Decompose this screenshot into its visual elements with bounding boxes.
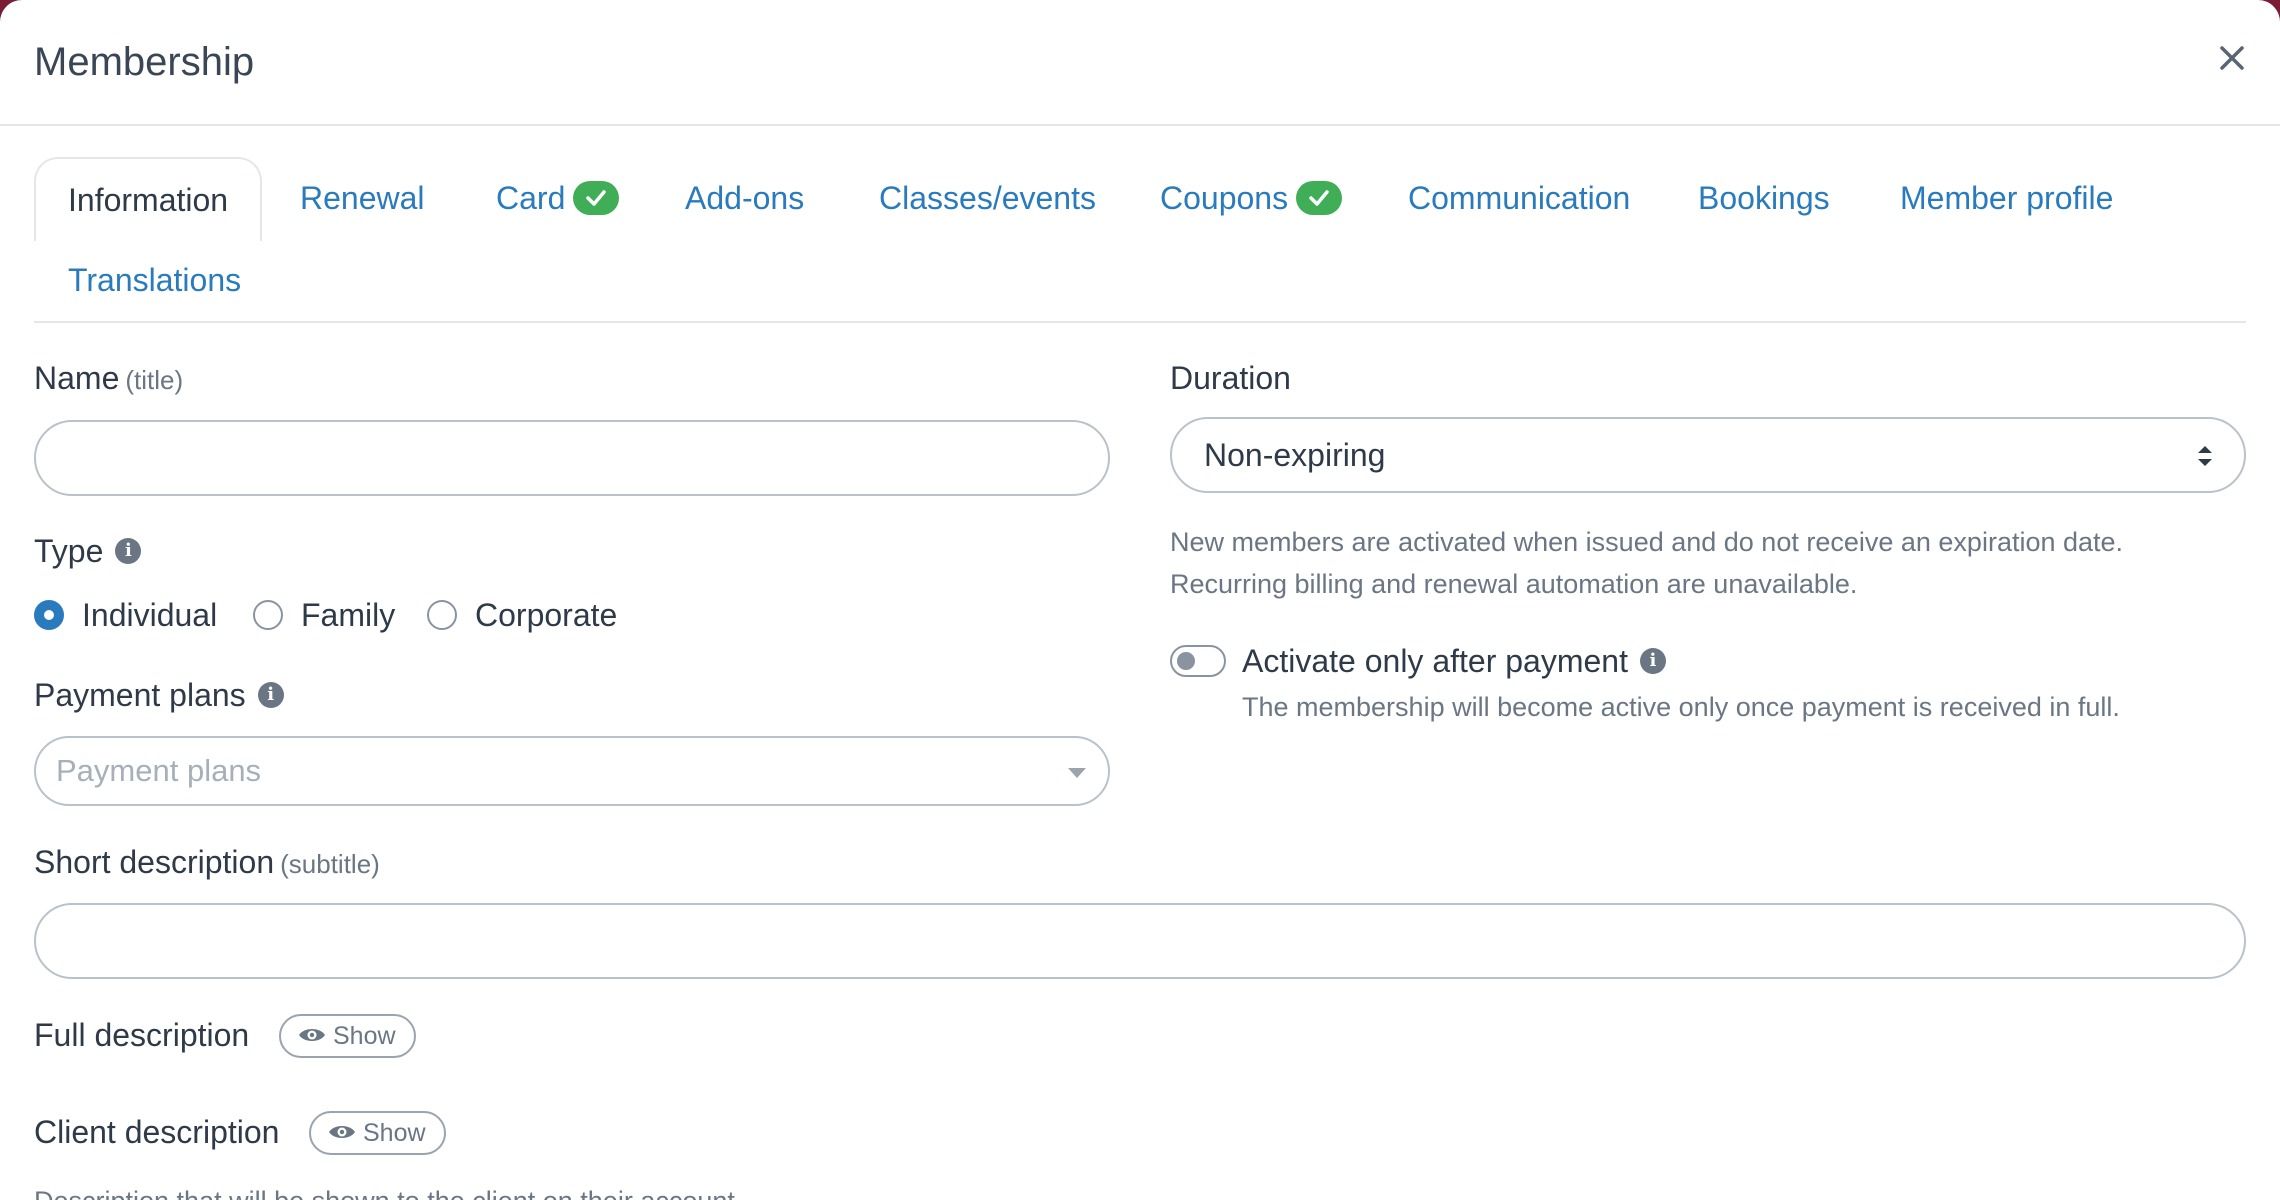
- duration-label: Duration: [1170, 358, 1291, 398]
- payment-plans-placeholder: Payment plans: [56, 753, 262, 788]
- duration-select[interactable]: Non-expiring: [1170, 417, 2246, 493]
- close-icon: [2220, 46, 2244, 70]
- duration-label-text: Duration: [1170, 360, 1291, 396]
- show-button-label: Show: [363, 1119, 426, 1147]
- tab-classes-events[interactable]: Classes/events: [879, 157, 1096, 239]
- tab-label: Bookings: [1698, 180, 1830, 216]
- short-description-hint: (subtitle): [280, 849, 380, 879]
- duration-help-line2: Recurring billing and renewal automation…: [1170, 569, 1858, 599]
- caret-down-icon: [1068, 768, 1086, 778]
- tab-label: Translations: [68, 262, 242, 298]
- info-icon[interactable]: i: [115, 537, 142, 564]
- name-hint: (title): [125, 365, 184, 395]
- tab-bookings[interactable]: Bookings: [1698, 157, 1830, 239]
- activate-after-payment-help: The membership will become active only o…: [1242, 692, 2120, 722]
- full-description-show-button[interactable]: Show: [279, 1014, 416, 1058]
- tab-renewal[interactable]: Renewal: [300, 157, 425, 239]
- activate-after-payment-toggle[interactable]: [1170, 645, 1226, 677]
- client-description-label-text: Client description: [34, 1114, 280, 1150]
- payment-plans-label-text: Payment plans: [34, 677, 246, 713]
- close-button[interactable]: [2214, 40, 2250, 76]
- modal-header: Membership: [0, 0, 2280, 126]
- tab-label: Information: [68, 182, 229, 218]
- name-label: Name (title): [34, 358, 183, 400]
- radio-label: Corporate: [475, 597, 618, 633]
- membership-modal: Membership Information Renewal Card Add-…: [0, 0, 2280, 1200]
- radio-circle: [34, 600, 64, 630]
- tab-card[interactable]: Card: [496, 157, 620, 239]
- type-label-text: Type: [34, 533, 104, 569]
- info-icon[interactable]: i: [1639, 647, 1666, 674]
- full-description-label: Full description: [34, 1015, 249, 1055]
- eye-icon: [329, 1126, 355, 1139]
- duration-value: Non-expiring: [1204, 437, 1386, 473]
- name-label-text: Name: [34, 360, 120, 396]
- full-description-label-text: Full description: [34, 1017, 250, 1053]
- short-description-label-text: Short description: [34, 844, 275, 880]
- modal-title: Membership: [34, 40, 255, 84]
- info-icon[interactable]: i: [257, 681, 284, 708]
- tab-label: Coupons: [1160, 180, 1289, 216]
- client-description-label: Client description: [34, 1112, 279, 1152]
- tab-communication[interactable]: Communication: [1408, 157, 1630, 239]
- tab-add-ons[interactable]: Add-ons: [685, 157, 804, 239]
- tab-translations[interactable]: Translations: [68, 239, 241, 321]
- show-button-label: Show: [333, 1022, 396, 1050]
- tab-label: Renewal: [300, 180, 425, 216]
- check-badge-icon: [1296, 180, 1343, 215]
- tab-label: Card: [496, 180, 566, 216]
- radio-circle: [253, 600, 283, 630]
- eye-icon: [299, 1029, 325, 1042]
- short-description-input[interactable]: [34, 903, 2246, 979]
- toggle-knob: [1177, 652, 1195, 670]
- duration-help-line1: New members are activated when issued an…: [1170, 527, 2124, 557]
- select-arrows-icon: [2198, 446, 2212, 466]
- payment-plans-select[interactable]: Payment plans: [34, 736, 1110, 806]
- tab-information[interactable]: Information: [34, 157, 263, 241]
- radio-label: Individual: [82, 597, 218, 633]
- tab-label: Add-ons: [685, 180, 805, 216]
- radio-circle: [427, 600, 457, 630]
- tab-label: Member profile: [1900, 180, 2114, 216]
- name-input[interactable]: [34, 420, 1110, 496]
- activate-label-text: Activate only after payment: [1242, 643, 1628, 679]
- client-description-help: Description that will be shown to the cl…: [34, 1180, 735, 1200]
- activate-after-payment-label: Activate only after payment i: [1242, 641, 1666, 681]
- tab-label: Classes/events: [879, 180, 1096, 216]
- tab-bar: Information Renewal Card Add-ons Classes…: [34, 157, 2246, 323]
- payment-plans-label: Payment plans i: [34, 675, 284, 715]
- short-description-label: Short description (subtitle): [34, 842, 380, 884]
- tab-member-profile[interactable]: Member profile: [1900, 157, 2113, 239]
- client-description-show-button[interactable]: Show: [309, 1111, 446, 1155]
- tab-label: Communication: [1408, 180, 1631, 216]
- radio-label: Family: [301, 597, 396, 633]
- type-label: Type i: [34, 531, 142, 571]
- tab-coupons[interactable]: Coupons: [1160, 157, 1343, 239]
- check-badge-icon: [573, 180, 620, 215]
